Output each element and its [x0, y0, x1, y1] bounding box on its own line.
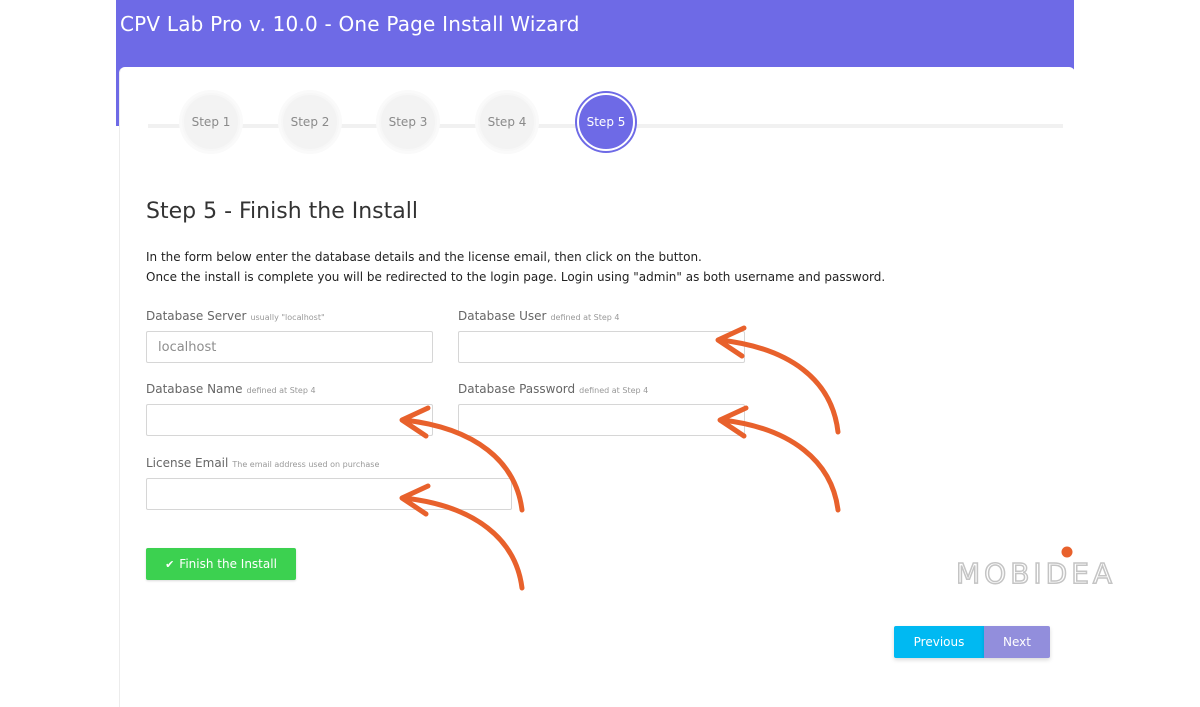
license-email-field: License Email The email address used on p…: [146, 456, 512, 516]
db-password-label: Database Password defined at Step 4: [458, 382, 649, 396]
next-button[interactable]: Next: [984, 626, 1050, 658]
license-email-input[interactable]: [146, 478, 512, 510]
intro-text: In the form below enter the database det…: [146, 247, 885, 287]
previous-button[interactable]: Previous: [894, 626, 984, 658]
check-icon: ✔: [165, 557, 175, 571]
db-password-field: Database Password defined at Step 4: [458, 382, 745, 442]
license-email-hint: The email address used on purchase: [232, 460, 380, 469]
stepper: Step 1 Step 2 Step 3 Step 4 Step 5: [148, 93, 1063, 155]
step-2[interactable]: Step 2: [281, 93, 339, 151]
db-server-hint: usually "localhost": [250, 313, 325, 322]
db-user-label: Database User defined at Step 4: [458, 309, 620, 323]
db-server-field: Database Server usually "localhost": [146, 309, 433, 369]
mobidea-watermark: MOBIDEA: [956, 546, 1116, 590]
wizard-card: Step 1 Step 2 Step 3 Step 4 Step 5 Step …: [119, 67, 1075, 707]
watermark-dot: [1061, 546, 1073, 558]
app-title: CPV Lab Pro v. 10.0 - One Page Install W…: [120, 12, 580, 36]
db-password-hint: defined at Step 4: [579, 386, 649, 395]
step-5[interactable]: Step 5: [577, 93, 635, 151]
finish-install-label: Finish the Install: [179, 557, 277, 571]
finish-install-button[interactable]: ✔ Finish the Install: [146, 548, 296, 580]
page-title: Step 5 - Finish the Install: [146, 199, 418, 224]
db-server-input[interactable]: [146, 331, 433, 363]
intro-line-1: In the form below enter the database det…: [146, 250, 702, 264]
db-server-label: Database Server usually "localhost": [146, 309, 325, 323]
db-user-input[interactable]: [458, 331, 745, 363]
db-password-input[interactable]: [458, 404, 745, 436]
db-name-hint: defined at Step 4: [246, 386, 316, 395]
step-1[interactable]: Step 1: [182, 93, 240, 151]
db-name-label: Database Name defined at Step 4: [146, 382, 316, 396]
intro-line-2: Once the install is complete you will be…: [146, 270, 886, 284]
db-name-field: Database Name defined at Step 4: [146, 382, 433, 442]
watermark-text: MOBIDEA: [956, 557, 1116, 590]
step-3[interactable]: Step 3: [379, 93, 437, 151]
license-email-label: License Email The email address used on p…: [146, 456, 380, 470]
db-user-field: Database User defined at Step 4: [458, 309, 745, 369]
db-user-hint: defined at Step 4: [550, 313, 620, 322]
step-4[interactable]: Step 4: [478, 93, 536, 151]
db-name-input[interactable]: [146, 404, 433, 436]
